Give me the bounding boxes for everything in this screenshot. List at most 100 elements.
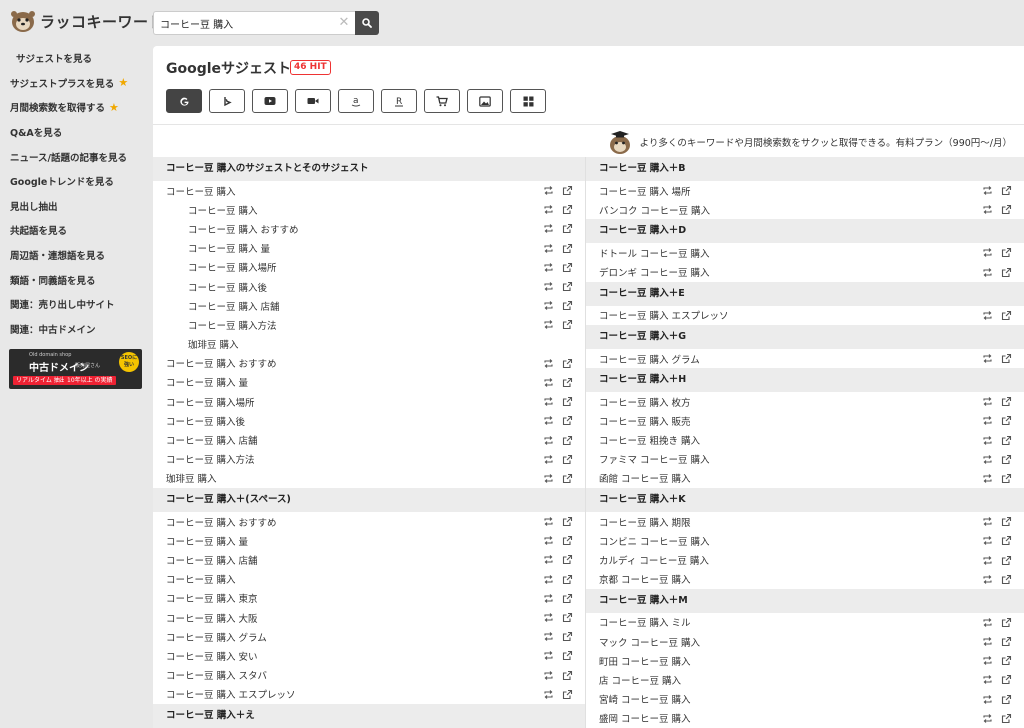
repeat-icon[interactable]	[543, 262, 554, 273]
suggest-row[interactable]: コーヒー豆 購入方法	[153, 315, 585, 334]
external-link-icon[interactable]	[562, 377, 573, 388]
suggest-row[interactable]: コーヒー豆 購入 店舗	[153, 550, 585, 569]
repeat-icon[interactable]	[982, 435, 993, 446]
repeat-icon[interactable]	[543, 377, 554, 388]
suggest-keyword[interactable]: コーヒー豆 購入 店舗	[166, 433, 258, 447]
app-logo[interactable]: ラッコキーワード	[10, 9, 164, 33]
external-link-icon[interactable]	[562, 243, 573, 254]
external-link-icon[interactable]	[562, 473, 573, 484]
suggest-row[interactable]: マック コーヒー豆 購入	[586, 632, 1024, 651]
suggest-row[interactable]: コーヒー豆 購入場所	[153, 258, 585, 277]
external-link-icon[interactable]	[562, 612, 573, 623]
repeat-icon[interactable]	[543, 631, 554, 642]
suggest-keyword[interactable]: 宮崎 コーヒー豆 購入	[599, 692, 691, 706]
suggest-keyword[interactable]: コーヒー豆 購入 販売	[599, 414, 691, 428]
suggest-keyword[interactable]: 町田 コーヒー豆 購入	[599, 654, 691, 668]
clear-icon[interactable]: ✕	[337, 15, 351, 31]
repeat-icon[interactable]	[543, 358, 554, 369]
suggest-row[interactable]: コーヒー豆 購入後	[153, 411, 585, 430]
repeat-icon[interactable]	[543, 473, 554, 484]
suggest-row[interactable]: 函館 コーヒー豆 購入	[586, 469, 1024, 488]
suggest-row[interactable]: 珈琲豆 購入	[153, 469, 585, 488]
external-link-icon[interactable]	[562, 281, 573, 292]
suggest-row[interactable]: デロンギ コーヒー豆 購入	[586, 263, 1024, 282]
suggest-row[interactable]: コーヒー豆 購入方法	[153, 450, 585, 469]
suggest-keyword[interactable]: コーヒー豆 粗挽き 購入	[599, 433, 700, 447]
tab-image[interactable]	[467, 89, 503, 113]
repeat-icon[interactable]	[982, 415, 993, 426]
repeat-icon[interactable]	[543, 396, 554, 407]
suggest-row[interactable]: コーヒー豆 購入 販売	[586, 411, 1024, 430]
suggest-row[interactable]: 京都 コーヒー豆 購入	[586, 570, 1024, 589]
suggest-keyword[interactable]: コーヒー豆 購入 おすすめ	[166, 356, 277, 370]
repeat-icon[interactable]	[543, 593, 554, 604]
repeat-icon[interactable]	[982, 636, 993, 647]
suggest-row[interactable]: コーヒー豆 購入	[153, 570, 585, 589]
external-link-icon[interactable]	[562, 454, 573, 465]
suggest-keyword[interactable]: コーヒー豆 購入 スタバ	[166, 668, 267, 682]
external-link-icon[interactable]	[562, 358, 573, 369]
suggest-row[interactable]: コーヒー豆 購入 おすすめ	[153, 219, 585, 238]
suggest-keyword[interactable]: カルディ コーヒー豆 購入	[599, 553, 709, 567]
suggest-keyword[interactable]: コーヒー豆 購入 おすすめ	[166, 515, 277, 529]
suggest-row[interactable]: コーヒー豆 購入 店舗	[153, 296, 585, 315]
suggest-row[interactable]: コーヒー豆 購入 大阪	[153, 608, 585, 627]
repeat-icon[interactable]	[982, 555, 993, 566]
repeat-icon[interactable]	[982, 454, 993, 465]
suggest-row[interactable]: カルディ コーヒー豆 購入	[586, 550, 1024, 569]
tab-bing[interactable]	[209, 89, 245, 113]
suggest-keyword[interactable]: コンビニ コーヒー豆 購入	[599, 534, 710, 548]
repeat-icon[interactable]	[543, 454, 554, 465]
external-link-icon[interactable]	[1001, 713, 1012, 724]
suggest-row[interactable]: コーヒー豆 購入 枚方	[586, 392, 1024, 411]
external-link-icon[interactable]	[562, 223, 573, 234]
suggest-keyword[interactable]: コーヒー豆 購入	[166, 572, 236, 586]
suggest-keyword[interactable]: 珈琲豆 購入	[188, 337, 239, 351]
sidebar-item-4[interactable]: ニュース/話題の記事を見る	[0, 144, 150, 169]
external-link-icon[interactable]	[1001, 655, 1012, 666]
sidebar-item-1[interactable]: サジェストプラスを見る ★	[0, 71, 150, 96]
external-link-icon[interactable]	[562, 262, 573, 273]
repeat-icon[interactable]	[982, 694, 993, 705]
suggest-row[interactable]: 珈琲豆 購入	[153, 335, 585, 354]
suggest-row[interactable]: 町田 コーヒー豆 購入	[586, 651, 1024, 670]
suggest-row[interactable]: 店 コーヒー豆 購入	[586, 670, 1024, 689]
external-link-icon[interactable]	[1001, 454, 1012, 465]
suggest-keyword[interactable]: コーヒー豆 購入方法	[188, 318, 277, 332]
repeat-icon[interactable]	[982, 655, 993, 666]
repeat-icon[interactable]	[543, 319, 554, 330]
repeat-icon[interactable]	[982, 713, 993, 724]
repeat-icon[interactable]	[982, 247, 993, 258]
external-link-icon[interactable]	[562, 554, 573, 565]
suggest-keyword[interactable]: コーヒー豆 購入 東京	[166, 591, 258, 605]
external-link-icon[interactable]	[562, 435, 573, 446]
suggest-keyword[interactable]: コーヒー豆 購入 グラム	[599, 352, 700, 366]
suggest-keyword[interactable]: コーヒー豆 購入 量	[166, 534, 248, 548]
sidebar-item-0[interactable]: サジェストを見る	[0, 46, 150, 71]
external-link-icon[interactable]	[1001, 204, 1012, 215]
suggest-keyword[interactable]: コーヒー豆 購入場所	[188, 260, 277, 274]
repeat-icon[interactable]	[543, 535, 554, 546]
external-link-icon[interactable]	[562, 689, 573, 700]
external-link-icon[interactable]	[1001, 267, 1012, 278]
repeat-icon[interactable]	[982, 185, 993, 196]
repeat-icon[interactable]	[982, 267, 993, 278]
suggest-row[interactable]: コーヒー豆 粗挽き 購入	[586, 431, 1024, 450]
suggest-keyword[interactable]: コーヒー豆 購入 店舗	[188, 299, 280, 313]
suggest-keyword[interactable]: デロンギ コーヒー豆 購入	[599, 265, 710, 279]
repeat-icon[interactable]	[982, 473, 993, 484]
suggest-keyword[interactable]: ドトール コーヒー豆 購入	[599, 246, 710, 260]
tab-rakuten[interactable]: R	[381, 89, 417, 113]
repeat-icon[interactable]	[982, 574, 993, 585]
suggest-row[interactable]: コーヒー豆 購入 エスプレッソ	[586, 306, 1024, 325]
suggest-keyword[interactable]: コーヒー豆 購入 量	[166, 375, 248, 389]
tab-amazon[interactable]: a	[338, 89, 374, 113]
repeat-icon[interactable]	[543, 574, 554, 585]
suggest-keyword[interactable]: コーヒー豆 購入 枚方	[599, 395, 691, 409]
repeat-icon[interactable]	[543, 281, 554, 292]
suggest-row[interactable]: コーヒー豆 購入後	[153, 277, 585, 296]
external-link-icon[interactable]	[1001, 535, 1012, 546]
suggest-keyword[interactable]: コーヒー豆 購入 期限	[599, 515, 691, 529]
external-link-icon[interactable]	[1001, 617, 1012, 628]
suggest-keyword[interactable]: コーヒー豆 購入 場所	[599, 184, 691, 198]
